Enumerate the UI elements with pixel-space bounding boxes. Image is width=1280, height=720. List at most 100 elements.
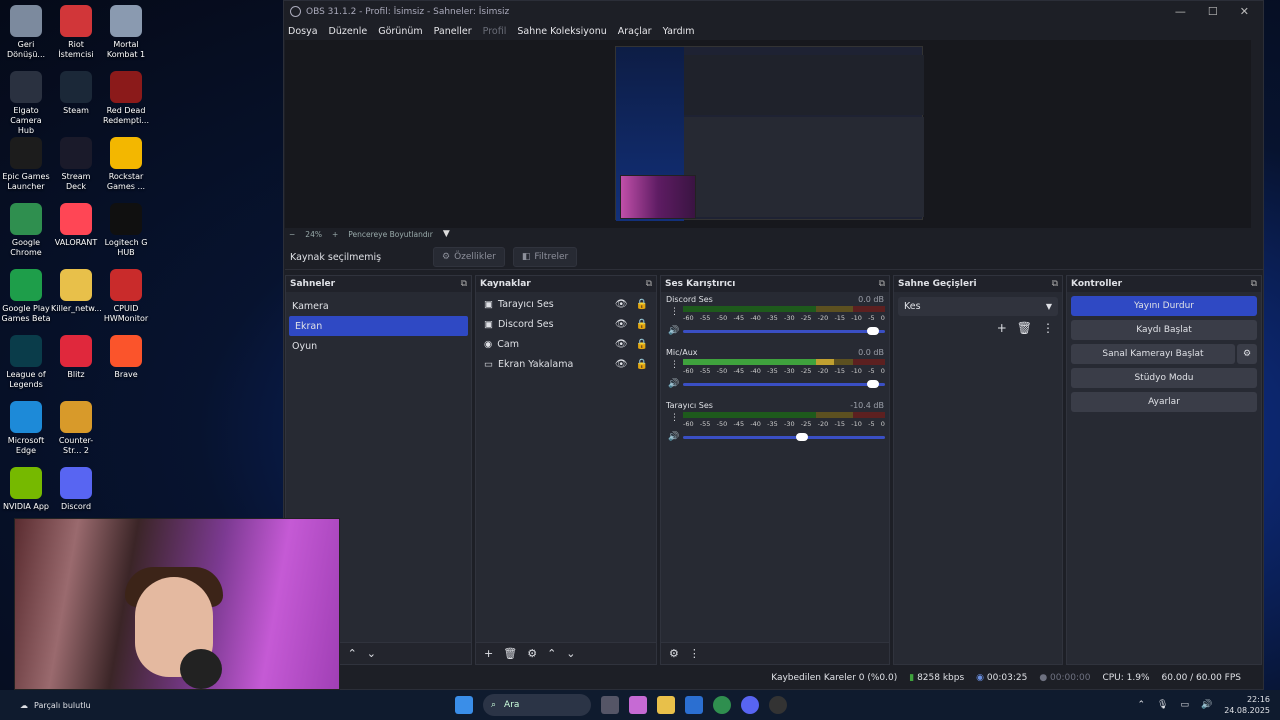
desktop-shortcut[interactable]: League of Legends xyxy=(1,335,51,390)
speaker-icon[interactable]: 🔊 xyxy=(668,379,679,389)
move-up-icon[interactable]: ⌃ xyxy=(348,647,357,660)
zoom-dropdown-icon[interactable]: ▼ xyxy=(443,229,450,239)
menu-paneller[interactable]: Paneller xyxy=(434,26,472,37)
menu-sahne-koleksiyonu[interactable]: Sahne Koleksiyonu xyxy=(517,26,606,37)
desktop-shortcut[interactable]: Elgato Camera Hub xyxy=(1,71,51,136)
weather-widget[interactable]: ☁ Parçalı bulutlu xyxy=(20,701,91,710)
source-item[interactable]: ▣ Discord Ses 👁 🔒 xyxy=(476,314,656,334)
volume-slider[interactable] xyxy=(683,380,885,388)
desktop-shortcut[interactable]: NVIDIA App xyxy=(1,467,51,512)
menu-dosya[interactable]: Dosya xyxy=(288,26,318,37)
desktop-shortcut[interactable]: Geri Dönüşü... xyxy=(1,5,51,60)
lock-icon[interactable]: 🔒 xyxy=(636,339,648,350)
virtual-camera-button[interactable]: Sanal Kamerayı Başlat xyxy=(1071,344,1235,364)
lock-icon[interactable]: 🔒 xyxy=(636,359,648,370)
discord-icon[interactable] xyxy=(741,696,759,714)
scene-item[interactable]: Oyun xyxy=(286,336,471,356)
desktop-shortcut[interactable]: Rockstar Games ... xyxy=(101,137,151,192)
trash-icon[interactable]: 🗑 xyxy=(1017,321,1032,335)
desktop-shortcut[interactable]: Google Play Games Beta xyxy=(1,269,51,324)
desktop-shortcut[interactable]: Steam xyxy=(51,71,101,116)
desktop-shortcut[interactable]: Brave xyxy=(101,335,151,380)
zoom-in-button[interactable]: + xyxy=(332,230,338,239)
scene-item[interactable]: Kamera xyxy=(286,296,471,316)
undock-icon[interactable]: ⧉ xyxy=(646,279,652,289)
menu-profil[interactable]: Profil xyxy=(483,26,507,37)
speaker-icon[interactable]: 🔊 xyxy=(668,432,679,442)
trash-icon[interactable]: 🗑 xyxy=(503,647,517,660)
channel-menu-icon[interactable]: ⋮ xyxy=(670,307,679,317)
desktop-shortcut[interactable]: Riot İstemcisi xyxy=(51,5,101,60)
microphone-icon[interactable]: 🎙 xyxy=(1157,700,1168,710)
settings-button[interactable]: Ayarlar xyxy=(1071,392,1257,412)
advanced-audio-icon[interactable]: ⚙ xyxy=(669,647,679,660)
channel-menu-icon[interactable]: ⋮ xyxy=(670,360,679,370)
obs-icon[interactable] xyxy=(769,696,787,714)
copilot-icon[interactable] xyxy=(629,696,647,714)
channel-menu-icon[interactable]: ⋮ xyxy=(670,413,679,423)
chevron-up-icon[interactable]: ⌃ xyxy=(1137,700,1145,710)
desktop-shortcut[interactable]: Discord xyxy=(51,467,101,512)
file-explorer-icon[interactable] xyxy=(657,696,675,714)
source-item[interactable]: ▭ Ekran Yakalama 👁 🔒 xyxy=(476,354,656,374)
undock-icon[interactable]: ⧉ xyxy=(1052,279,1058,289)
desktop-shortcut[interactable]: Red Dead Redempti... xyxy=(101,71,151,126)
desktop-shortcut[interactable]: Logitech G HUB xyxy=(101,203,151,258)
desktop-shortcut[interactable]: Mortal Kombat 1 xyxy=(101,5,151,60)
undock-icon[interactable]: ⧉ xyxy=(1251,279,1257,289)
visibility-eye-icon[interactable]: 👁 xyxy=(615,319,628,330)
lock-icon[interactable]: 🔒 xyxy=(636,299,648,310)
desktop-shortcut[interactable]: CPUID HWMonitor xyxy=(101,269,151,324)
filters-button[interactable]: ◧ Filtreler xyxy=(512,247,578,267)
menu-duzenle[interactable]: Düzenle xyxy=(329,26,368,37)
more-menu-icon[interactable]: ⋮ xyxy=(689,647,700,660)
close-button[interactable]: ✕ xyxy=(1240,5,1249,18)
store-icon[interactable] xyxy=(685,696,703,714)
undock-icon[interactable]: ⧉ xyxy=(879,279,885,289)
volume-slider[interactable] xyxy=(683,433,885,441)
gear-icon[interactable]: ⚙ xyxy=(1237,344,1257,364)
desktop-shortcut[interactable]: VALORANT xyxy=(51,203,101,248)
properties-button[interactable]: ⚙ Özellikler xyxy=(433,247,505,267)
add-transition-icon[interactable]: + xyxy=(997,321,1007,335)
maximize-button[interactable]: ☐ xyxy=(1208,5,1218,18)
source-item[interactable]: ◉ Cam 👁 🔒 xyxy=(476,334,656,354)
desktop-shortcut[interactable]: Epic Games Launcher xyxy=(1,137,51,192)
move-up-icon[interactable]: ⌃ xyxy=(547,647,556,660)
studio-mode-button[interactable]: Stüdyo Modu xyxy=(1071,368,1257,388)
source-item[interactable]: ▣ Tarayıcı Ses 👁 🔒 xyxy=(476,294,656,314)
transition-select[interactable]: Kes ▼ xyxy=(898,297,1058,316)
clock[interactable]: 22:16 24.08.2025 xyxy=(1224,694,1270,716)
menu-araclar[interactable]: Araçlar xyxy=(618,26,652,37)
search-box[interactable]: ⌕ Ara xyxy=(483,694,591,716)
volume-icon[interactable]: 🔊 xyxy=(1201,700,1212,710)
stop-streaming-button[interactable]: Yayını Durdur xyxy=(1071,296,1257,316)
move-down-icon[interactable]: ⌄ xyxy=(367,647,376,660)
desktop-shortcut[interactable]: Killer_netw... xyxy=(51,269,102,314)
gear-icon[interactable]: ⚙ xyxy=(527,647,537,660)
preview-canvas[interactable] xyxy=(285,40,1251,228)
scene-item-selected[interactable]: Ekran xyxy=(289,316,468,336)
desktop-shortcut[interactable]: Stream Deck xyxy=(51,137,101,192)
menu-gorunum[interactable]: Görünüm xyxy=(378,26,422,37)
speaker-icon[interactable]: 🔊 xyxy=(668,326,679,336)
visibility-eye-icon[interactable]: 👁 xyxy=(615,299,628,310)
undock-icon[interactable]: ⧉ xyxy=(461,279,467,289)
visibility-eye-icon[interactable]: 👁 xyxy=(615,339,628,350)
chrome-icon[interactable] xyxy=(713,696,731,714)
desktop-shortcut[interactable]: Blitz xyxy=(51,335,101,380)
zoom-out-button[interactable]: − xyxy=(289,230,295,239)
desktop-shortcut[interactable]: Counter-Str... 2 xyxy=(51,401,101,456)
windows-start-icon[interactable] xyxy=(455,696,473,714)
lock-icon[interactable]: 🔒 xyxy=(636,319,648,330)
move-down-icon[interactable]: ⌄ xyxy=(566,647,575,660)
network-icon[interactable]: ▭ xyxy=(1180,700,1189,710)
more-menu-icon[interactable]: ⋮ xyxy=(1042,321,1054,335)
visibility-eye-icon[interactable]: 👁 xyxy=(615,359,628,370)
fit-to-window[interactable]: Pencereye Boyutlandır xyxy=(348,230,433,239)
add-source-icon[interactable]: + xyxy=(484,647,493,660)
minimize-button[interactable]: — xyxy=(1175,5,1186,18)
menu-yardim[interactable]: Yardım xyxy=(663,26,695,37)
task-view-icon[interactable] xyxy=(601,696,619,714)
desktop-shortcut[interactable]: Google Chrome xyxy=(1,203,51,258)
